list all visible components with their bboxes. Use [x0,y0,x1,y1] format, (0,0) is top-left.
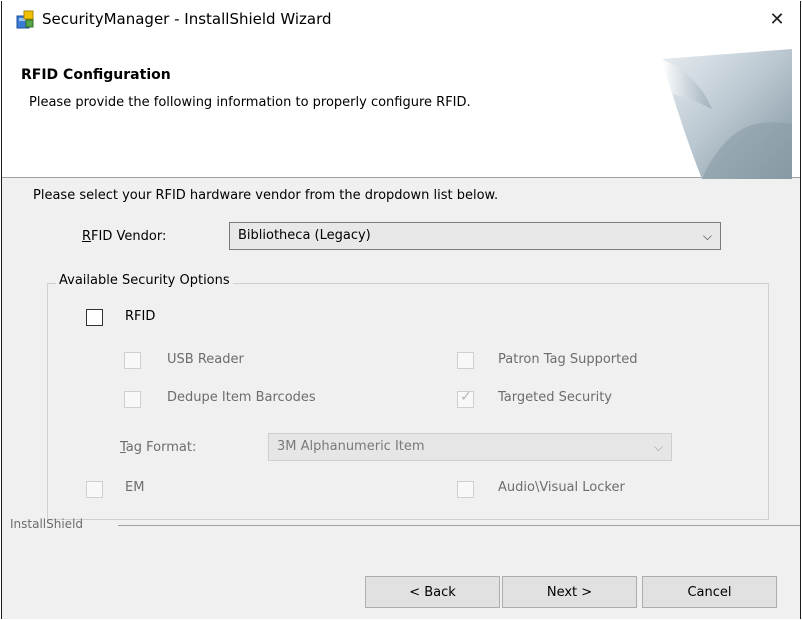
page-subtitle: Please provide the following information… [29,95,471,110]
chevron-down-icon: ⌵ [702,229,712,243]
tag-format-label-text: ag Format: [125,440,197,455]
targeted-security-label: Targeted Security [498,390,612,405]
next-button[interactable]: Next > [502,576,637,608]
checkmark-icon: ✓ [460,389,472,405]
cancel-button[interactable]: Cancel [642,576,777,608]
patron-tag-label: Patron Tag Supported [498,352,638,367]
tag-format-label: Tag Format: [120,440,196,455]
av-locker-label: Audio\Visual Locker [498,480,625,495]
rfid-vendor-label: RFID Vendor: [82,229,166,244]
rfid-checkbox-label: RFID [125,309,156,324]
rfid-vendor-value: Bibliotheca (Legacy) [238,228,371,243]
av-locker-checkbox[interactable] [457,481,474,498]
wizard-header: RFID Configuration Please provide the fo… [2,37,800,179]
wizard-body: Please select your RFID hardware vendor … [2,178,800,520]
rfid-vendor-label-mnemonic: R [82,229,92,244]
rfid-vendor-select[interactable]: Bibliotheca (Legacy) ⌵ [229,222,721,250]
usb-reader-checkbox[interactable] [124,352,141,369]
back-button[interactable]: < Back [365,576,500,608]
window-title: SecurityManager - InstallShield Wizard [42,10,332,28]
close-button[interactable]: ✕ [754,1,800,37]
em-label: EM [125,480,145,495]
usb-reader-label: USB Reader [167,352,244,367]
dedupe-barcodes-checkbox[interactable] [124,391,141,408]
installer-window: SecurityManager - InstallShield Wizard ✕… [1,1,801,619]
installshield-brand: InstallShield [10,517,84,531]
rfid-checkbox[interactable] [86,309,103,326]
em-checkbox[interactable] [86,481,103,498]
dedupe-barcodes-label: Dedupe Item Barcodes [167,390,316,405]
title-bar: SecurityManager - InstallShield Wizard ✕ [2,1,800,37]
page-title: RFID Configuration [21,67,171,83]
close-icon: ✕ [769,8,785,30]
page-curl-graphic [662,49,792,179]
chevron-down-icon: ⌵ [653,440,663,454]
patron-tag-checkbox[interactable] [457,352,474,369]
targeted-security-checkbox[interactable]: ✓ [457,389,474,408]
footer-divider [118,525,800,526]
security-options-legend: Available Security Options [56,273,233,288]
tag-format-select[interactable]: 3M Alphanumeric Item ⌵ [268,433,672,461]
installer-icon [16,10,34,29]
rfid-vendor-label-text: FID Vendor: [91,229,167,244]
tag-format-value: 3M Alphanumeric Item [277,439,425,454]
instruction-text: Please select your RFID hardware vendor … [33,188,499,203]
